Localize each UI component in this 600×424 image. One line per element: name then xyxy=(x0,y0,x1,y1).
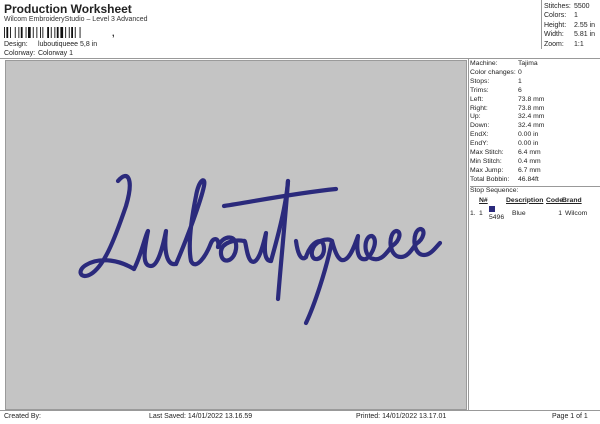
design-preview xyxy=(5,60,467,410)
col-description: Description xyxy=(506,196,544,204)
col-code: Code xyxy=(546,196,563,204)
detail-total-bobbin: Total Bobbin: 46.84ft xyxy=(470,175,539,183)
col-n: N# xyxy=(479,196,488,204)
detail-stops: Stops: 1 xyxy=(470,77,522,85)
col-brand: Brand xyxy=(562,196,582,204)
detail-left: Left: 73.8 mm xyxy=(470,95,545,103)
stats-panel: Stitches: 5500 Colors: 1 Height: 2.55 in Wi… xyxy=(544,2,595,49)
detail-right: Right: 73.8 mm xyxy=(470,104,545,112)
stat-height: Height: 2.55 in xyxy=(544,21,596,29)
thread-swatch xyxy=(489,205,495,212)
embroidery-lettering xyxy=(78,173,443,326)
table-row: 1. 1 5496 Blue 1 Wilcom xyxy=(470,205,600,224)
detail-endy: EndY: 0.00 in xyxy=(470,140,539,148)
detail-max-jump: Max Jump: 6.7 mm xyxy=(470,166,541,174)
detail-machine: Machine: Tajima xyxy=(470,60,538,67)
detail-trims: Trims: 6 xyxy=(470,86,522,94)
detail-color-changes: Color changes: 0 xyxy=(470,68,522,76)
stat-width: Width: 5.81 in xyxy=(544,31,596,39)
detail-min-stitch: Min Stitch: 0.4 mm xyxy=(470,157,541,165)
design-details: Machine: Tajima Color changes: 0 Stops: 1 T… xyxy=(470,60,600,223)
stop-sequence-label: Stop Sequence: xyxy=(470,185,600,196)
stat-stitches: Stitches: 5500 xyxy=(544,3,590,10)
stat-zoom: Zoom: 1:1 xyxy=(544,40,584,48)
detail-down: Down: 32.4 mm xyxy=(470,122,545,130)
detail-endx: EndX: 0.00 in xyxy=(470,131,539,139)
page-number: Page 1 of 1 xyxy=(552,413,588,420)
last-saved: Last Saved: 14/01/2022 13.16.59 xyxy=(149,413,253,420)
barcode xyxy=(4,27,81,38)
barcode-mark: , xyxy=(112,28,115,38)
colorway-row: Colorway: Colorway 1 xyxy=(4,50,73,57)
detail-up: Up: 32.4 mm xyxy=(470,113,545,121)
design-label: Design: xyxy=(4,41,28,48)
stop-sequence-header: N# Description Code Brand xyxy=(470,197,600,206)
software-name: Wilcom EmbroideryStudio – Level 3 Advanc… xyxy=(4,16,148,23)
stat-colors: Colors: 1 xyxy=(544,12,578,20)
detail-max-stitch: Max Stitch: 6.4 mm xyxy=(470,149,541,157)
footer: Created By: Last Saved: 14/01/2022 13.16… xyxy=(0,411,600,424)
worksheet-title: Production Worksheet xyxy=(4,2,132,16)
printed-date: Printed: 14/01/2022 13.17.01 xyxy=(356,413,447,420)
design-row: Design: luboutiqueee 5,8 in xyxy=(4,41,97,48)
design-value: luboutiqueee 5,8 in xyxy=(37,41,98,48)
created-by: Created By: xyxy=(4,413,41,420)
colorway-label: Colorway: xyxy=(4,50,36,57)
colorway-value: Colorway 1 xyxy=(37,50,73,57)
